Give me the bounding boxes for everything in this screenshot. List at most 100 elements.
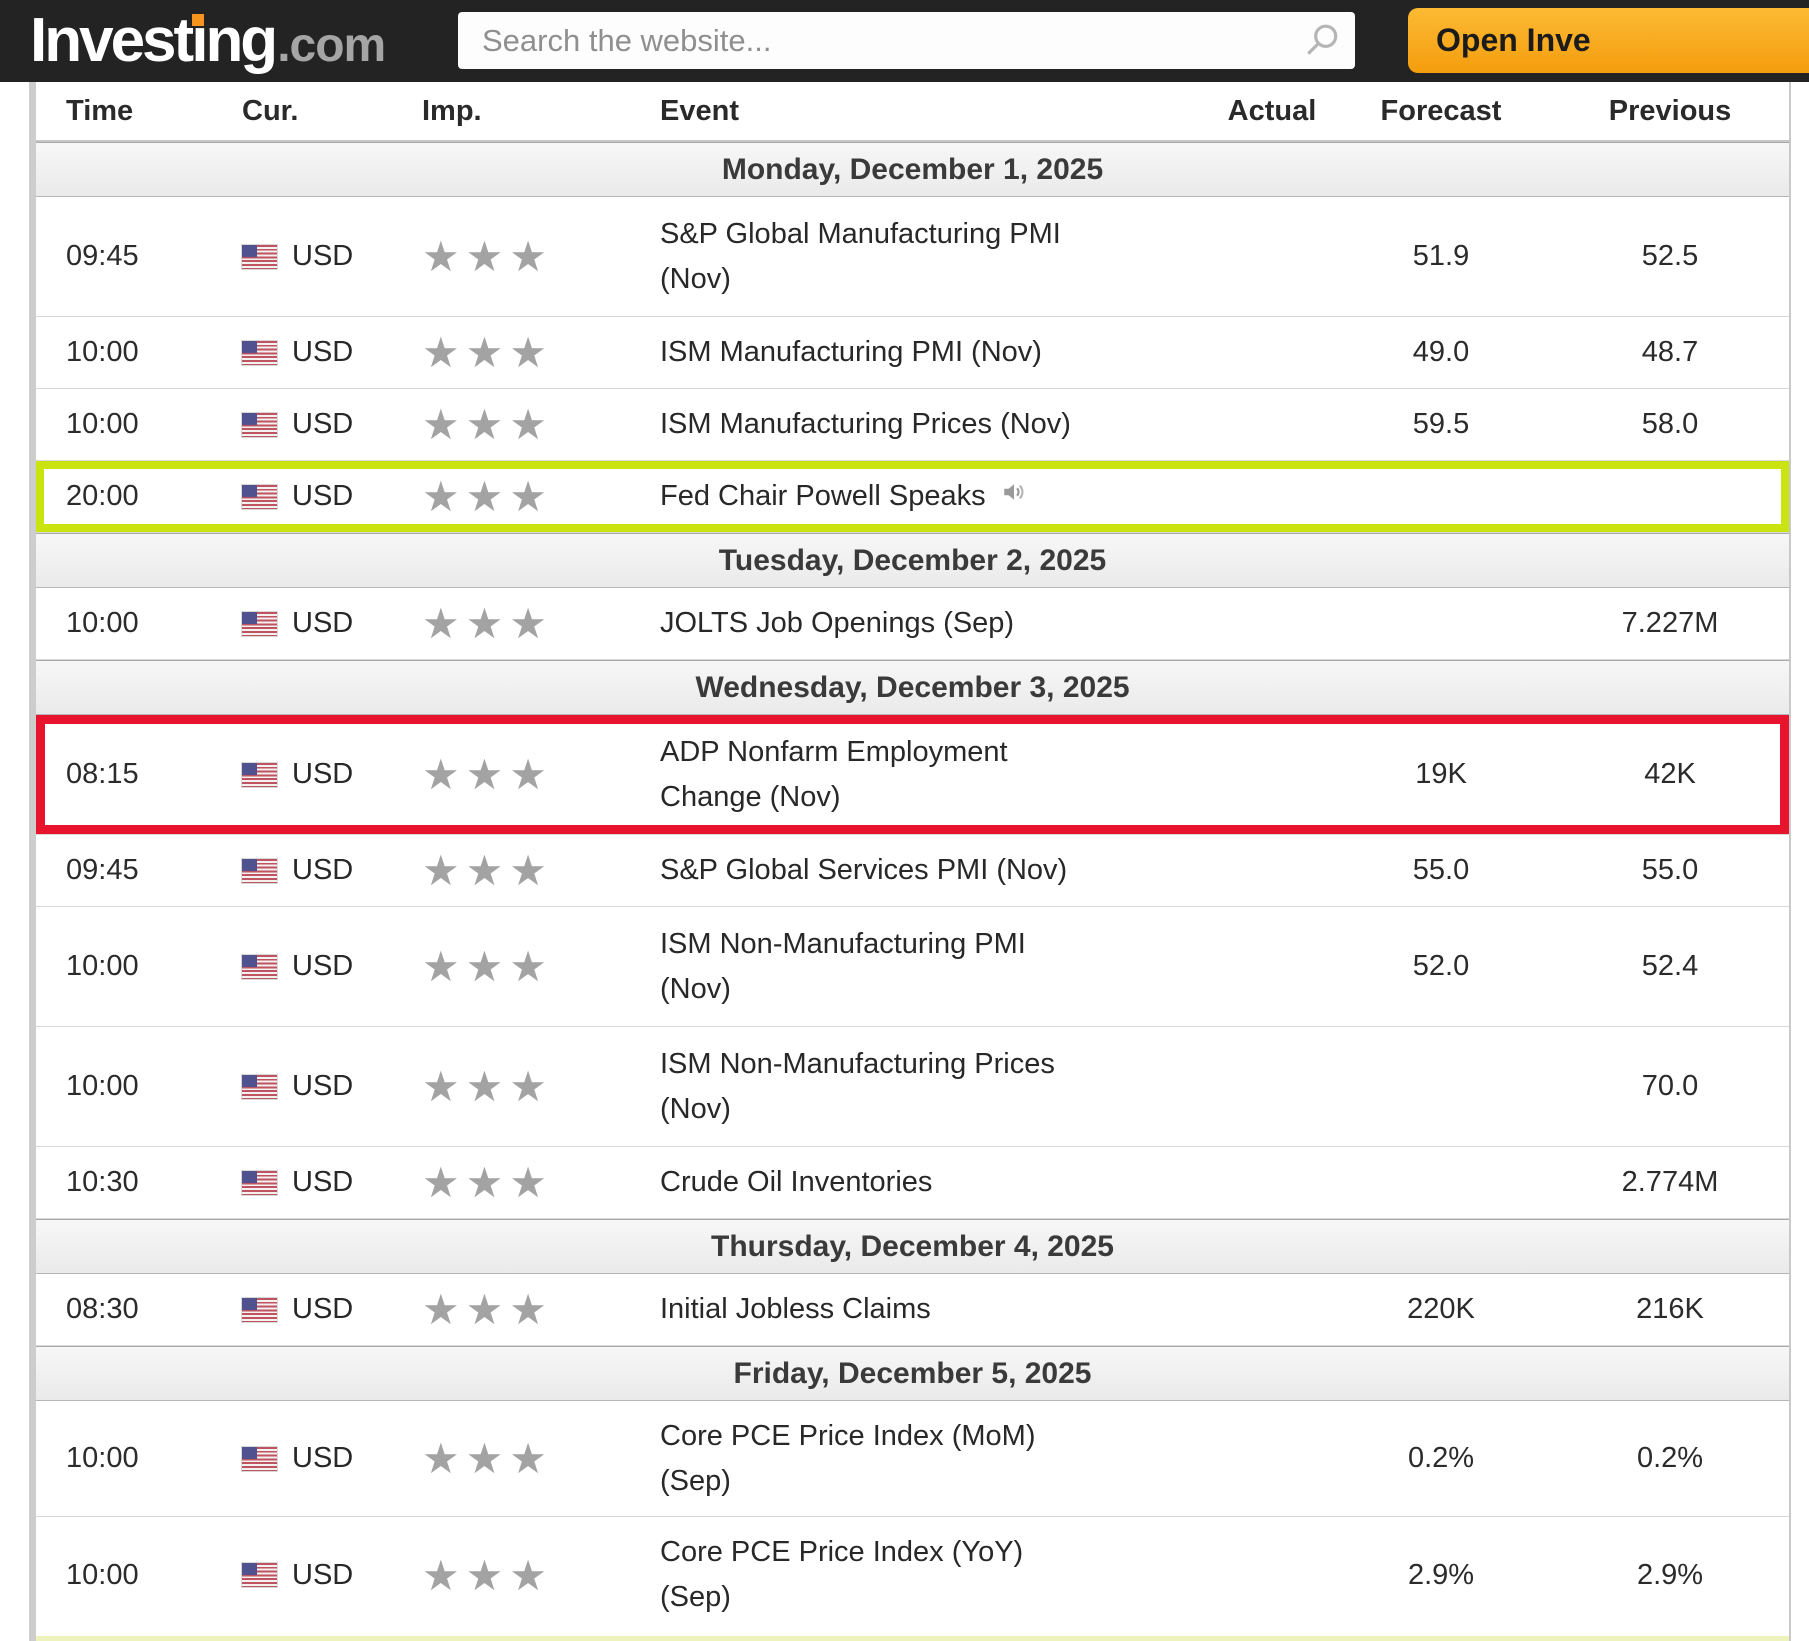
currency-label: USD <box>292 480 354 512</box>
previous-value: 55.0 <box>1641 854 1699 886</box>
site-search <box>458 12 1355 69</box>
currency-label: USD <box>292 1558 354 1591</box>
col-header-event: Event <box>660 94 739 127</box>
event-row: 10:00 USD ★★★ ISM Manufacturing PMI (Nov… <box>36 317 1789 389</box>
currency-cell: USD <box>214 854 402 887</box>
logo-com-suffix: .com <box>277 19 386 72</box>
forecast-value: 51.9 <box>1412 240 1470 272</box>
importance-stars-icon: ★★★ <box>422 1551 553 1599</box>
currency-label: USD <box>292 854 354 886</box>
currency-label: USD <box>292 336 354 368</box>
event-link[interactable]: S&P Global Manufacturing PMI (Nov) <box>620 212 1213 302</box>
event-time: 10:00 <box>66 336 139 368</box>
date-header-row: Friday, December 5, 2025 <box>36 1346 1789 1401</box>
us-flag-icon <box>242 1074 277 1099</box>
search-icon[interactable] <box>1303 22 1341 65</box>
investing-logo[interactable]: Investıng .com <box>30 6 386 76</box>
event-link[interactable]: JOLTS Job Openings (Sep) <box>620 601 1213 646</box>
event-time: 08:15 <box>66 758 139 790</box>
event-row: 09:45 USD ★★★ S&P Global Manufacturing P… <box>36 197 1789 317</box>
importance-stars-icon: ★★★ <box>422 1435 553 1482</box>
previous-value: 52.5 <box>1641 240 1699 272</box>
forecast-value: 55.0 <box>1412 854 1470 886</box>
event-time: 10:00 <box>66 950 139 982</box>
col-header-importance: Imp. <box>422 94 482 127</box>
event-time: 10:00 <box>66 1558 139 1591</box>
event-link[interactable]: ISM Non-Manufacturing Prices (Nov) <box>620 1042 1213 1132</box>
currency-cell: USD <box>214 408 402 441</box>
event-time: 10:00 <box>66 607 139 639</box>
currency-cell: USD <box>214 1070 402 1103</box>
previous-value: 52.4 <box>1641 950 1699 982</box>
forecast-value: 59.5 <box>1412 408 1470 440</box>
previous-value: 2.774M <box>1621 1166 1719 1198</box>
event-time: 08:30 <box>66 1293 139 1325</box>
forecast-value: 19K <box>1415 758 1467 790</box>
event-link[interactable]: Initial Jobless Claims <box>620 1287 1213 1332</box>
event-link[interactable]: ISM Manufacturing PMI (Nov) <box>620 330 1213 375</box>
currency-label: USD <box>292 1442 354 1474</box>
currency-cell: USD <box>214 1442 402 1475</box>
previous-value: 42K <box>1644 758 1696 790</box>
us-flag-icon <box>242 954 277 979</box>
event-time: 09:45 <box>66 854 139 886</box>
previous-value: 48.7 <box>1641 336 1699 368</box>
previous-value: 7.227M <box>1621 607 1719 639</box>
importance-stars-icon: ★★★ <box>422 401 553 448</box>
forecast-value: 49.0 <box>1412 336 1470 368</box>
economic-calendar-table: Time Cur. Imp. Event Actual Forecast Pre… <box>29 82 1791 1641</box>
event-link[interactable]: ADP Nonfarm Employment Change (Nov) <box>620 730 1213 820</box>
us-flag-icon <box>242 244 277 269</box>
event-row-highlighted-red: 10:00 USD ★★★ Core PCE Price Index (YoY)… <box>36 1517 1789 1633</box>
importance-stars-icon: ★★★ <box>422 1159 553 1206</box>
event-time: 10:00 <box>66 408 139 440</box>
highlighted-red-group: 10:00 USD ★★★ Core PCE Price Index (MoM)… <box>36 1401 1789 1633</box>
us-flag-icon <box>242 1563 277 1587</box>
next-highlight-row-edge <box>36 1633 1789 1641</box>
event-link[interactable]: S&P Global Services PMI (Nov) <box>620 848 1213 893</box>
importance-stars-icon: ★★★ <box>422 847 553 894</box>
open-account-button[interactable]: Open Inve <box>1408 8 1809 73</box>
event-link[interactable]: Crude Oil Inventories <box>620 1160 1213 1205</box>
currency-cell: USD <box>214 336 402 369</box>
event-row: 10:00 USD ★★★ ISM Manufacturing Prices (… <box>36 389 1789 461</box>
event-row-highlighted-yellow: 20:00 USD ★★★ Fed Chair Powell Speaks <box>36 461 1789 533</box>
speaker-icon <box>1000 474 1028 519</box>
event-row: 10:30 USD ★★★ Crude Oil Inventories 2.77… <box>36 1147 1789 1219</box>
currency-label: USD <box>292 758 354 790</box>
previous-value: 216K <box>1636 1293 1704 1325</box>
forecast-value: 220K <box>1407 1293 1475 1325</box>
currency-label: USD <box>292 408 354 440</box>
us-flag-icon <box>242 611 277 636</box>
currency-label: USD <box>292 1293 354 1325</box>
event-row-highlighted-red: 10:00 USD ★★★ Core PCE Price Index (MoM)… <box>36 1401 1789 1517</box>
date-label: Thursday, December 4, 2025 <box>711 1229 1114 1263</box>
date-label: Monday, December 1, 2025 <box>721 152 1104 186</box>
currency-label: USD <box>292 607 354 639</box>
event-link[interactable]: Fed Chair Powell Speaks <box>620 474 1213 519</box>
date-header-row: Tuesday, December 2, 2025 <box>36 533 1789 588</box>
event-link[interactable]: Core PCE Price Index (MoM) (Sep) <box>620 1414 1213 1504</box>
event-time: 10:30 <box>66 1166 139 1198</box>
date-header-row: Monday, December 1, 2025 <box>36 142 1789 197</box>
currency-label: USD <box>292 240 354 272</box>
event-link[interactable]: ISM Manufacturing Prices (Nov) <box>620 402 1213 447</box>
date-label: Wednesday, December 3, 2025 <box>695 670 1130 704</box>
us-flag-icon <box>242 1297 277 1322</box>
search-input[interactable] <box>458 12 1355 69</box>
currency-cell: USD <box>214 1293 402 1326</box>
currency-cell: USD <box>214 240 402 273</box>
event-row: 10:00 USD ★★★ ISM Non-Manufacturing Pric… <box>36 1027 1789 1147</box>
currency-cell: USD <box>214 758 402 791</box>
importance-stars-icon: ★★★ <box>422 233 553 280</box>
column-header-row: Time Cur. Imp. Event Actual Forecast Pre… <box>36 82 1789 142</box>
col-header-previous: Previous <box>1608 94 1732 127</box>
event-link[interactable]: Core PCE Price Index (YoY) (Sep) <box>620 1530 1213 1620</box>
event-link[interactable]: ISM Non-Manufacturing PMI (Nov) <box>620 922 1213 1012</box>
event-row-highlighted-red: 08:15 USD ★★★ ADP Nonfarm Employment Cha… <box>36 715 1789 835</box>
date-header-row: Wednesday, December 3, 2025 <box>36 660 1789 715</box>
forecast-value: 52.0 <box>1412 950 1470 982</box>
date-header-row: Thursday, December 4, 2025 <box>36 1219 1789 1274</box>
currency-label: USD <box>292 1166 354 1198</box>
date-label: Tuesday, December 2, 2025 <box>718 543 1107 577</box>
